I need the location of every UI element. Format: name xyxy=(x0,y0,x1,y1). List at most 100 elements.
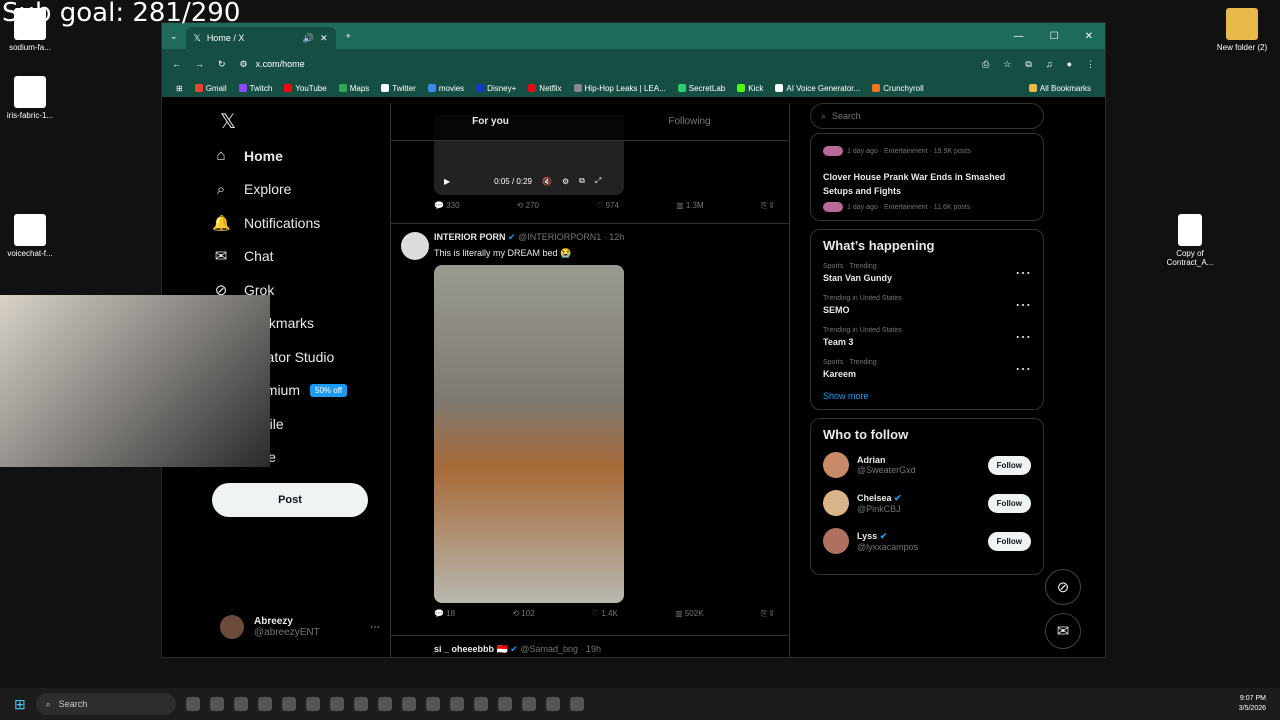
trend-item[interactable]: Sports · Trending Stan Van Gundy ⋯ xyxy=(823,263,1031,283)
desktop-icon[interactable]: Copy of Contract_A... xyxy=(1160,214,1220,267)
bookmark-secretlab[interactable]: SecretLab xyxy=(677,84,725,93)
new-tab-button[interactable]: + xyxy=(336,31,361,41)
nav-chat[interactable]: ✉ Chat xyxy=(212,240,382,274)
repost-button[interactable]: ⟲ 102 xyxy=(512,609,534,619)
star-icon[interactable]: ☆ xyxy=(1003,59,1011,70)
follow-button[interactable]: Follow xyxy=(987,531,1031,551)
desktop-icon[interactable]: New folder (2) xyxy=(1212,8,1272,52)
bookmark-twitter[interactable]: Twitter xyxy=(381,84,416,93)
bookmark-kick[interactable]: Kick xyxy=(737,84,763,93)
views-button[interactable]: ▥ 502K xyxy=(675,609,703,619)
post-button[interactable]: Post xyxy=(212,483,368,517)
app-icon[interactable] xyxy=(449,697,464,711)
pip-icon[interactable]: ⧉ xyxy=(579,176,585,186)
app-icon[interactable] xyxy=(233,697,248,711)
desktop-icon[interactable]: iris-fabric-1... xyxy=(0,76,60,120)
url-field[interactable]: ⚙ x.com/home xyxy=(240,59,969,70)
app-icon[interactable] xyxy=(209,697,224,711)
tab-for-you[interactable]: For you xyxy=(391,103,590,140)
minimize-icon[interactable]: — xyxy=(1014,31,1024,42)
follow-suggestion[interactable]: Lyss ✔ @lyxxacampos Follow xyxy=(823,528,1031,554)
news-item[interactable]: Clover House Prank War Ends in Smashed S… xyxy=(823,170,1031,198)
share-buttons[interactable]: ⎘ ⇪ xyxy=(761,609,774,619)
tab-following[interactable]: Following xyxy=(590,103,789,140)
app-icon[interactable] xyxy=(353,697,368,711)
nav-explore[interactable]: ⌕ Explore xyxy=(212,173,382,207)
trend-item[interactable]: Sports · Trending Kareem ⋯ xyxy=(823,359,1031,379)
forward-icon[interactable]: → xyxy=(195,59,204,69)
close-tab-icon[interactable]: ✕ xyxy=(320,33,328,44)
nav-notifications[interactable]: 🔔 Notifications xyxy=(212,206,382,240)
tweet-video[interactable] xyxy=(434,265,624,603)
settings-icon[interactable]: ⚙ xyxy=(562,177,569,186)
media-icon[interactable]: ♫ xyxy=(1046,59,1053,69)
follow-button[interactable]: Follow xyxy=(987,493,1031,513)
app-icon[interactable] xyxy=(497,697,512,711)
app-icon[interactable] xyxy=(377,697,392,711)
desktop-icon[interactable]: voicechat-f... xyxy=(0,214,60,258)
bookmark-twitch[interactable]: Twitch xyxy=(238,84,272,93)
show-more-link[interactable]: Show more xyxy=(823,391,1031,401)
bookmark-netflix[interactable]: Netflix xyxy=(528,84,562,93)
search-input[interactable]: ⌕ Search xyxy=(810,103,1044,129)
bookmark-youtube[interactable]: YouTube xyxy=(284,84,327,93)
tab-home-x[interactable]: 𝕏 Home / X 🔊 ✕ xyxy=(185,27,336,49)
messages-float-icon[interactable]: ✉ xyxy=(1045,613,1081,649)
app-icon[interactable] xyxy=(521,697,536,711)
reload-icon[interactable]: ↻ xyxy=(218,59,226,70)
bookmark-crunchyroll[interactable]: Crunchyroll xyxy=(872,84,924,93)
taskbar-search[interactable]: ⌕ Search xyxy=(35,693,176,715)
like-button[interactable]: ♡ 1.4K xyxy=(592,609,618,619)
app-icon[interactable] xyxy=(545,697,560,711)
follow-button[interactable]: Follow xyxy=(987,455,1031,475)
app-icon[interactable] xyxy=(329,697,344,711)
app-icon[interactable] xyxy=(473,697,488,711)
app-icon[interactable] xyxy=(257,697,272,711)
fullscreen-icon[interactable]: ⤢ xyxy=(595,176,601,186)
app-icon[interactable] xyxy=(281,697,296,711)
views-button[interactable]: ▥ 1.3M xyxy=(676,201,704,211)
nav-home[interactable]: ⌂ Home xyxy=(212,139,382,173)
profile-icon[interactable]: ● xyxy=(1067,59,1072,69)
site-info-icon[interactable]: ⚙ xyxy=(240,59,248,70)
bookmark-disney[interactable]: Disney+ xyxy=(476,84,516,93)
bookmark-gmail[interactable]: Gmail xyxy=(194,84,227,93)
more-icon[interactable]: ⋯ xyxy=(370,622,380,633)
share-buttons[interactable]: ⎘ ⇪ xyxy=(761,201,774,211)
x-logo[interactable]: 𝕏 xyxy=(212,103,382,139)
app-icon[interactable] xyxy=(569,697,584,711)
play-icon[interactable]: ▶ xyxy=(444,177,450,186)
app-icon[interactable] xyxy=(425,697,440,711)
close-window-icon[interactable]: ✕ xyxy=(1085,31,1093,42)
trend-item[interactable]: Trending in United States Team 3 ⋯ xyxy=(823,327,1031,347)
repost-button[interactable]: ⟲ 270 xyxy=(517,201,539,211)
follow-suggestion[interactable]: Chelsea ✔ @PinkCBJ Follow xyxy=(823,490,1031,516)
maximize-icon[interactable]: ☐ xyxy=(1050,31,1059,42)
clock[interactable]: 9:07 PM 3/5/2026 xyxy=(1239,694,1266,714)
bookmark-ai-voice[interactable]: AI Voice Generator... xyxy=(775,84,860,93)
back-icon[interactable]: ← xyxy=(172,59,181,69)
follow-suggestion[interactable]: Adrian @SweaterGxd Follow xyxy=(823,452,1031,478)
all-bookmarks[interactable]: All Bookmarks xyxy=(1028,84,1091,93)
app-icon[interactable] xyxy=(185,697,200,711)
reply-button[interactable]: 💬 330 xyxy=(434,201,460,211)
bookmark-maps[interactable]: Maps xyxy=(338,84,369,93)
bookmark-movies[interactable]: movies xyxy=(427,84,464,93)
install-icon[interactable]: ⎙ xyxy=(982,59,989,70)
tweet[interactable]: INTERIOR PORN ✔ @INTERIORPORN1 · 12h Thi… xyxy=(391,223,789,619)
reply-button[interactable]: 💬 18 xyxy=(434,609,455,619)
extensions-icon[interactable]: ⧉ xyxy=(1025,59,1031,70)
like-button[interactable]: ♡ 974 xyxy=(596,201,619,211)
speaker-icon[interactable]: 🔊 xyxy=(303,33,314,44)
avatar[interactable] xyxy=(401,232,429,260)
grok-float-icon[interactable]: ⊘ xyxy=(1045,569,1081,605)
app-icon[interactable] xyxy=(305,697,320,711)
app-icon[interactable] xyxy=(401,697,416,711)
trend-item[interactable]: Trending in United States SEMO ⋯ xyxy=(823,295,1031,315)
tweet[interactable]: si _ oheeebbb 🇮🇩 ✔ @Samad_bng · 19h xyxy=(391,635,789,655)
menu-icon[interactable]: ⋮ xyxy=(1086,59,1095,70)
mute-icon[interactable]: 🔇 xyxy=(542,177,552,186)
windows-start-icon[interactable]: ⊞ xyxy=(14,696,26,713)
tab-menu-icon[interactable]: ⌄ xyxy=(162,31,186,42)
account-switcher[interactable]: Abreezy @abreezyENT ⋯ xyxy=(220,615,380,639)
